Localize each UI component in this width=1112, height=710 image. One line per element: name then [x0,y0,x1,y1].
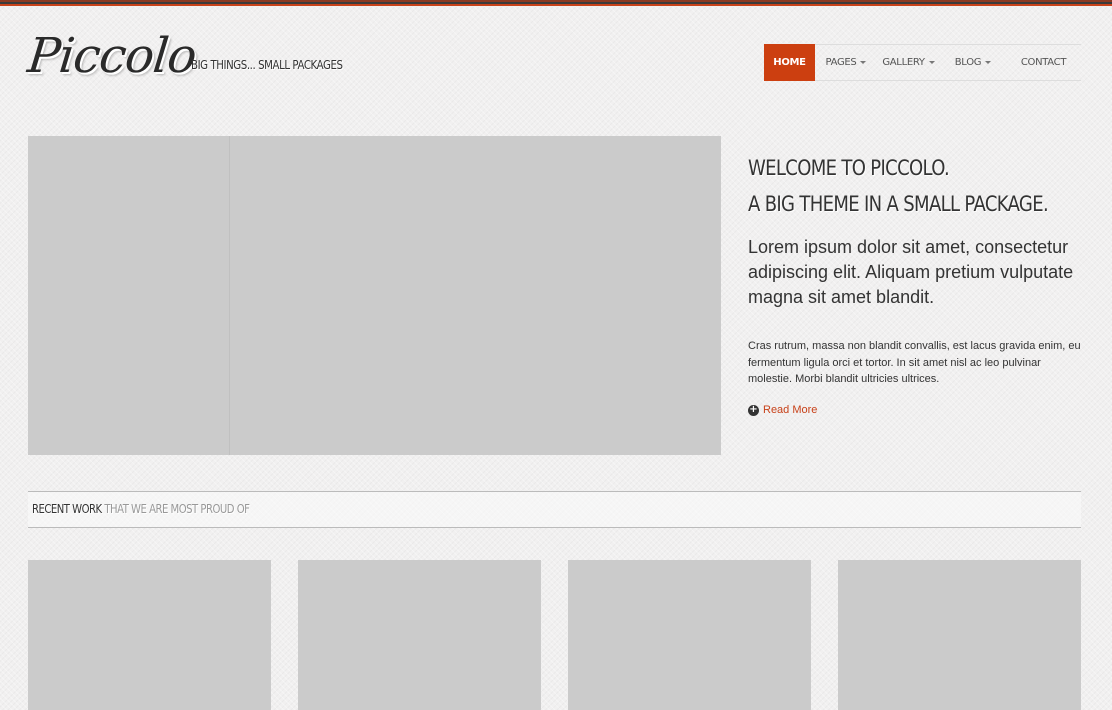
nav-item-blog[interactable]: BLOG [940,44,1006,81]
work-thumbnail[interactable] [838,560,1081,710]
nav-item-home[interactable]: HOME [764,44,815,81]
nav-item-blog-label: BLOG [954,57,982,68]
slider-divider [229,136,230,455]
hero-title-line-2: A BIG THEME IN A SMALL PACKAGE. [748,192,1049,216]
recent-work-header: RECENT WORK THAT WE ARE MOST PROUD OF [28,491,1081,528]
work-thumbnail[interactable] [28,560,271,710]
nav-item-pages[interactable]: PAGES [815,44,877,81]
chevron-down-icon [928,61,935,64]
nav-item-home-label: HOME [773,57,806,68]
read-more-label: Read More [763,404,818,416]
chevron-down-icon [985,61,992,64]
recent-work-title: RECENT WORK THAT WE ARE MOST PROUD OF [32,502,250,516]
hero-lead-text: Lorem ipsum dolor sit amet, consectetur … [748,237,1074,307]
nav-item-contact-label: CONTACT [1020,57,1067,68]
nav-item-pages-label: PAGES [825,57,857,68]
nav-item-gallery-label: GALLERY [882,57,925,68]
work-thumbnail[interactable] [568,560,811,710]
read-more-link[interactable]: + Read More [748,404,817,416]
hero-body-text: Cras rutrum, massa non blandit convallis… [748,340,1081,385]
nav-item-gallery[interactable]: GALLERY [877,44,940,81]
hero-title: WELCOME TO PICCOLO. A BIG THEME IN A SMA… [748,150,1088,222]
site-logo[interactable]: Piccolo [25,28,198,84]
work-thumbnail[interactable] [298,560,541,710]
top-accent-bar [0,0,1112,6]
top-accent-line [0,0,1112,2]
site-tagline: BIG THINGS... SMALL PACKAGES [191,58,343,72]
recent-work-title-muted: THAT WE ARE MOST PROUD OF [104,502,250,516]
recent-work-title-strong: RECENT WORK [32,502,102,516]
hero-image-slider[interactable] [28,136,721,455]
recent-work-grid [28,560,1081,710]
chevron-down-icon [860,61,867,64]
nav-item-contact[interactable]: CONTACT [1006,44,1081,81]
main-navigation: HOME PAGES GALLERY BLOG CONTACT [764,44,1081,81]
plus-circle-icon: + [748,404,759,416]
hero-title-line-1: WELCOME TO PICCOLO. [748,156,950,180]
